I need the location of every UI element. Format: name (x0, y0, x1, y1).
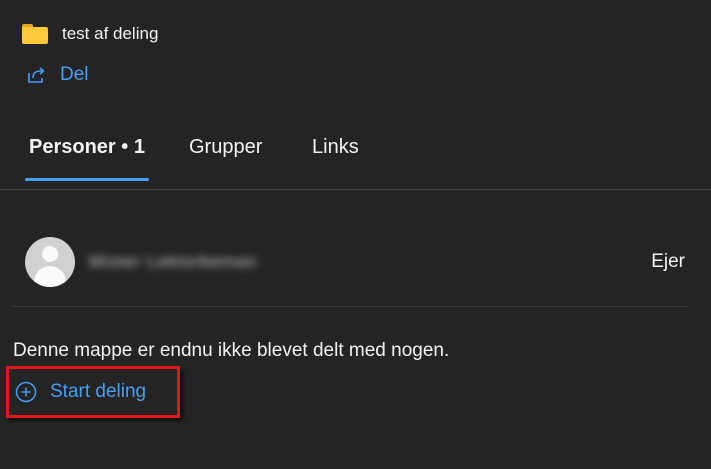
tab-groups[interactable]: Grupper (189, 136, 262, 159)
start-sharing-button[interactable]: Start deling (6, 366, 180, 418)
tab-persons[interactable]: Personer • 1 (29, 136, 145, 159)
person-divider (12, 306, 687, 307)
avatar (25, 237, 75, 287)
folder-header: test af deling (22, 24, 158, 44)
share-label: Del (60, 64, 89, 85)
plus-circle-icon (15, 381, 37, 403)
folder-icon (22, 24, 48, 44)
empty-share-message: Denne mappe er endnu ikke blevet delt me… (13, 340, 450, 361)
tab-links[interactable]: Links (312, 136, 359, 159)
role-label: Ejer (651, 251, 685, 272)
person-row: Mister Lektorbeman Ejer (25, 236, 685, 288)
folder-name: test af deling (62, 24, 159, 43)
start-sharing-label: Start deling (50, 381, 147, 402)
share-button[interactable]: Del (26, 64, 89, 86)
share-icon (28, 67, 45, 83)
person-name: Mister Lektorbeman (89, 252, 258, 271)
active-tab-indicator (25, 178, 149, 181)
tabs-divider (0, 189, 711, 190)
